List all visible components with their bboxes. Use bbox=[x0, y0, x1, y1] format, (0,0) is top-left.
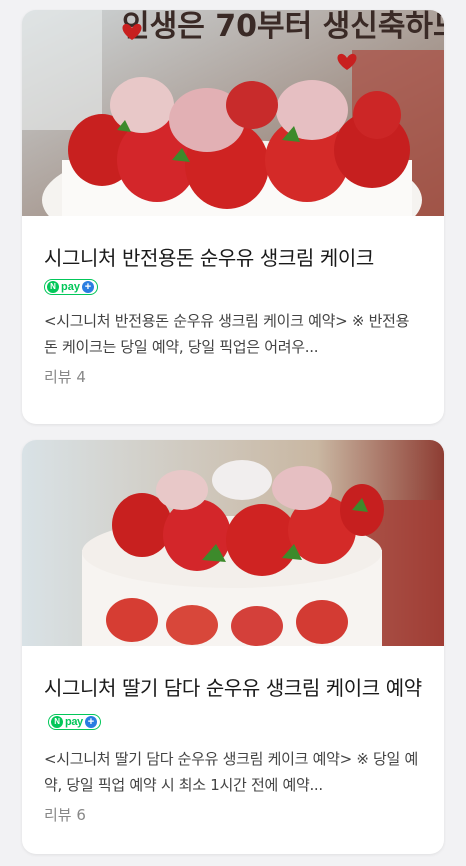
npay-plus-icon: + bbox=[81, 280, 94, 293]
review-count[interactable]: 리뷰 4 bbox=[44, 366, 422, 387]
product-title[interactable]: 시그니처 반전용돈 순우유 생크림 케이크 bbox=[44, 242, 422, 274]
npay-plus-icon: + bbox=[84, 715, 97, 728]
review-count[interactable]: 리뷰 6 bbox=[44, 804, 422, 825]
npay-badge: N pay + bbox=[44, 278, 98, 295]
npay-label: pay bbox=[65, 715, 83, 728]
npay-n-icon: N bbox=[47, 280, 59, 293]
product-image[interactable] bbox=[22, 440, 444, 646]
product-image[interactable]: 인생은 70부터 생신축하드려요 bbox=[22, 10, 444, 216]
npay-badge: N pay + bbox=[48, 713, 101, 730]
product-description: <시그니처 반전용돈 순우유 생크림 케이크 예약> ※ 반전용돈 케이크는 당… bbox=[44, 312, 410, 356]
product-title[interactable]: 시그니처 딸기 담다 순우유 생크림 케이크 예약 N pay + bbox=[44, 672, 422, 736]
cake-topper-text: 인생은 70부터 생신축하드려요 bbox=[122, 10, 444, 44]
npay-n-icon: N bbox=[51, 715, 63, 728]
product-card-1[interactable]: 인생은 70부터 생신축하드려요 시그니처 반전용돈 순우유 생크림 케이크 N… bbox=[22, 10, 444, 424]
npay-label: pay bbox=[61, 280, 80, 293]
product-title-text[interactable]: 시그니처 딸기 담다 순우유 생크림 케이크 예약 bbox=[44, 676, 422, 700]
product-description: <시그니처 딸기 담다 순우유 생크림 케이크 예약> ※ 당일 예약, 당일 … bbox=[44, 750, 419, 794]
product-card-2[interactable]: 시그니처 딸기 담다 순우유 생크림 케이크 예약 N pay + <시그니처 … bbox=[22, 440, 444, 854]
